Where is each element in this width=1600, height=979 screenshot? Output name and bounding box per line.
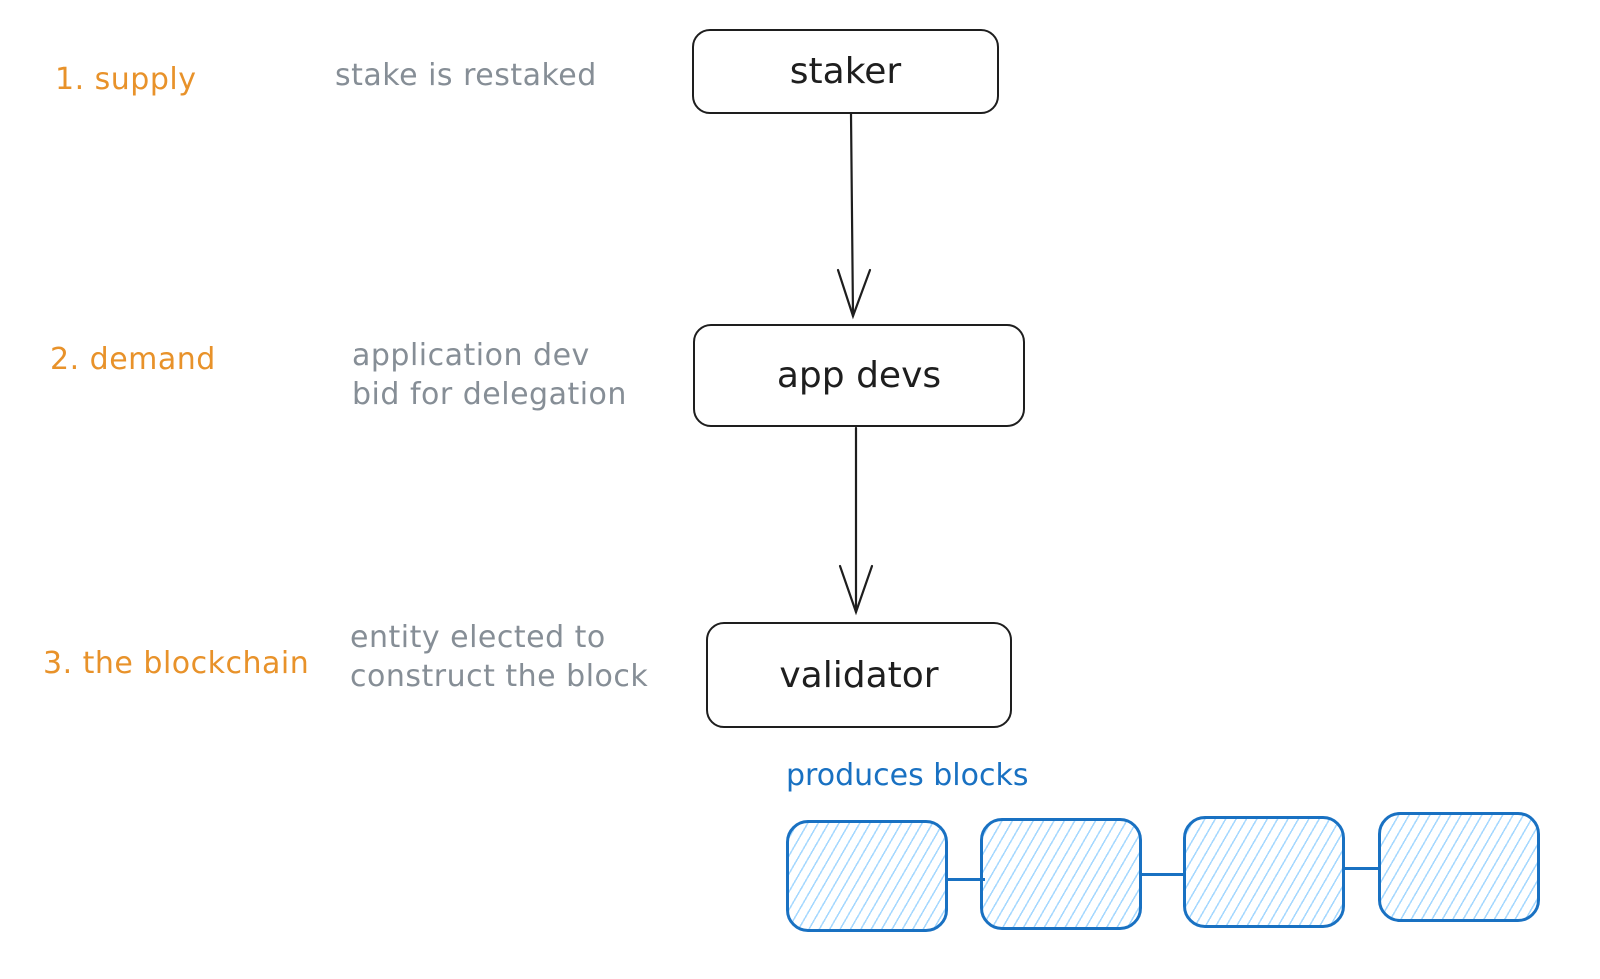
- node-validator: validator: [706, 622, 1012, 728]
- blocks-caption: produces blocks: [786, 758, 1029, 793]
- arrow-appdevs-to-validator: [838, 426, 874, 616]
- node-label: app devs: [776, 355, 942, 396]
- block-link: [1344, 867, 1380, 870]
- node-app-devs: app devs: [693, 324, 1025, 427]
- block: [786, 820, 948, 932]
- node-label: staker: [789, 51, 902, 92]
- block: [1183, 816, 1345, 928]
- node-label: validator: [779, 654, 939, 696]
- block: [980, 818, 1142, 930]
- block: [1378, 812, 1540, 922]
- block-link: [1141, 873, 1183, 876]
- arrow-staker-to-appdevs: [836, 112, 872, 320]
- node-staker: staker: [692, 29, 999, 114]
